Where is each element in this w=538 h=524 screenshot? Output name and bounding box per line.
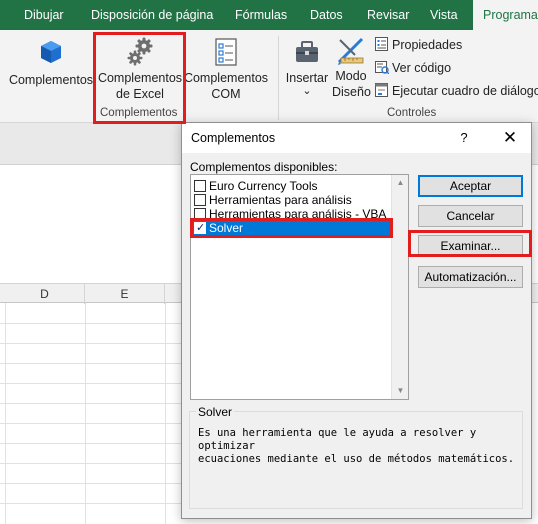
grid-line <box>0 503 185 504</box>
browse-button[interactable]: Examinar... <box>418 235 523 257</box>
checkbox[interactable] <box>194 180 206 192</box>
list-item-label: Solver <box>209 221 244 235</box>
propiedades-button[interactable]: Propiedades <box>375 36 515 54</box>
properties-icon <box>375 37 388 51</box>
ver-codigo-button[interactable]: Ver código <box>375 59 515 77</box>
ejecutar-label: Ejecutar cuadro de diálogo <box>392 84 538 98</box>
ribbon-group-divider <box>278 36 279 120</box>
group-label-complementos: Complementos <box>100 107 178 119</box>
complementos-button[interactable]: Complementos <box>8 38 94 88</box>
description-text: Es una herramienta que le ayuda a resolv… <box>198 427 518 466</box>
ribbon-tab-bar: Dibujar Disposición de página Fórmulas D… <box>0 0 538 30</box>
list-item-herramientas-analisis[interactable]: Herramientas para análisis <box>193 193 392 207</box>
scroll-down-icon[interactable]: ▼ <box>392 383 409 399</box>
list-item-label: Euro Currency Tools <box>209 179 318 193</box>
com-addins-label-line1: Complementos <box>183 71 269 85</box>
grid-line <box>0 423 185 424</box>
grid-line <box>0 323 185 324</box>
modo-label-line1: Modo <box>335 69 367 83</box>
tab-dibujar[interactable]: Dibujar <box>24 0 64 30</box>
modo-label-line2: Diseño <box>332 85 371 99</box>
column-header-e[interactable]: E <box>85 284 165 304</box>
propiedades-label: Propiedades <box>392 38 463 52</box>
group-label-controles: Controles <box>387 107 437 119</box>
complementos-dialog: Complementos ? ✕ Complementos disponible… <box>181 122 532 519</box>
ribbon: Complementos Complementos de Excel Compl… <box>0 30 538 123</box>
checkbox-checked[interactable]: ✓ <box>194 222 206 234</box>
listbox-scrollbar[interactable]: ▲ ▼ <box>391 175 408 399</box>
description-line: Es una herramienta que le ayuda a resolv… <box>198 427 477 452</box>
checkbox[interactable] <box>194 208 206 220</box>
close-icon[interactable]: ✕ <box>495 123 525 153</box>
list-item-herramientas-analisis-vba[interactable]: Herramientas para análisis - VBA <box>193 207 392 221</box>
help-button[interactable]: ? <box>452 123 476 153</box>
grid-line <box>0 383 185 384</box>
insertar-dropdown-icon: ⌄ <box>302 85 312 97</box>
com-addins-label-line2: COM <box>211 87 241 101</box>
automation-button[interactable]: Automatización... <box>418 266 523 288</box>
gears-icon <box>127 37 153 66</box>
grid-line <box>165 303 166 524</box>
com-addins-button[interactable]: Complementos COM <box>183 36 269 102</box>
modo-diseno-button[interactable]: Modo Diseño <box>332 36 371 100</box>
list-item-label: Herramientas para análisis - VBA <box>209 207 387 221</box>
view-code-icon <box>375 61 389 74</box>
run-dialog-icon <box>375 83 388 97</box>
grid-line <box>0 443 185 444</box>
grid-line <box>0 403 185 404</box>
grid-line <box>5 303 6 524</box>
description-line: ecuaciones mediante el uso de métodos ma… <box>198 453 515 465</box>
tab-disposicion-de-pagina[interactable]: Disposición de página <box>91 0 213 30</box>
grid-line <box>0 483 185 484</box>
dialog-title: Complementos <box>191 131 276 145</box>
scroll-up-icon[interactable]: ▲ <box>392 175 409 191</box>
addins-listbox[interactable]: Euro Currency Tools Herramientas para an… <box>190 174 409 400</box>
tab-revisar[interactable]: Revisar <box>367 0 409 30</box>
available-addins-label: Complementos disponibles: <box>190 160 338 174</box>
check-mark-icon: ✓ <box>196 222 206 234</box>
list-item-solver[interactable]: ✓ Solver <box>193 221 392 235</box>
checkbox[interactable] <box>194 194 206 206</box>
excel-addins-button[interactable]: Complementos de Excel <box>96 36 184 102</box>
design-mode-icon <box>337 37 364 65</box>
ver-codigo-label: Ver código <box>392 61 452 75</box>
excel-addins-label-line1: Complementos <box>97 71 183 85</box>
grid-line <box>0 463 185 464</box>
cancel-button[interactable]: Cancelar <box>418 205 523 227</box>
list-item-label: Herramientas para análisis <box>209 193 352 207</box>
grid-line <box>85 303 86 524</box>
tab-formulas[interactable]: Fórmulas <box>235 0 287 30</box>
list-item-euro-currency-tools[interactable]: Euro Currency Tools <box>193 179 392 193</box>
tab-programador[interactable]: Programad <box>473 0 538 30</box>
grid-line <box>0 363 185 364</box>
ejecutar-dialogo-button[interactable]: Ejecutar cuadro de diálogo <box>375 82 538 100</box>
description-title: Solver <box>196 405 235 419</box>
tab-vista[interactable]: Vista <box>430 0 458 30</box>
com-addins-icon <box>215 38 237 66</box>
accept-button[interactable]: Aceptar <box>418 175 523 197</box>
grid-line <box>0 343 185 344</box>
excel-addins-label-line2: de Excel <box>116 87 164 101</box>
description-group: Solver Es una herramienta que le ayuda a… <box>189 405 523 509</box>
insertar-button[interactable]: Insertar ⌄ <box>284 38 330 97</box>
column-header-d[interactable]: D <box>5 284 85 304</box>
dialog-titlebar[interactable]: Complementos ? ✕ <box>182 123 531 153</box>
addins-store-icon <box>41 41 61 63</box>
complementos-label: Complementos <box>8 73 94 87</box>
insertar-label: Insertar <box>285 71 329 85</box>
toolbox-icon <box>296 41 318 62</box>
tab-datos[interactable]: Datos <box>310 0 343 30</box>
